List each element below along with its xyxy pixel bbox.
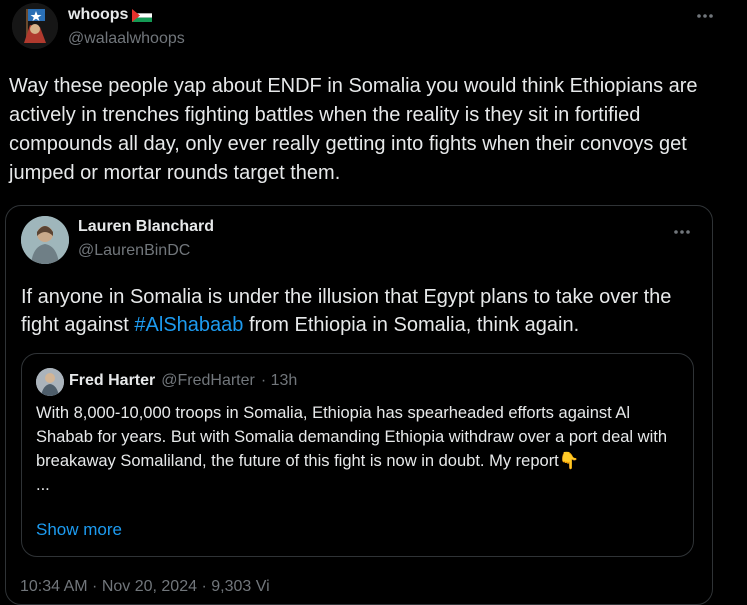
nested-author-display-name[interactable]: Fred Harter [69,372,155,390]
avatar-image [36,368,64,396]
show-more-link[interactable]: Show more [36,520,122,540]
quoted-more-options-icon[interactable] [672,224,692,240]
nested-author-row[interactable]: Fred Harter @FredHarter · 13h [69,372,297,390]
nested-author-handle[interactable]: @FredHarter [161,372,255,390]
avatar-image [12,3,58,49]
hashtag-link[interactable]: #AlShabaab [134,314,243,336]
author-handle[interactable]: @walaalwhoops [68,30,185,48]
pointing-down-emoji: 👇 [558,452,580,470]
quoted-text-after: from Ethiopia in Somalia, think again. [243,314,580,336]
author-display-name[interactable]: whoops [68,6,128,24]
palestine-flag-icon [132,8,153,22]
ellipsis-icon [674,230,690,234]
author-avatar[interactable] [12,3,58,49]
avatar-image [21,216,69,264]
quoted-author-avatar[interactable] [21,216,69,264]
quoted-author-display-name[interactable]: Lauren Blanchard [78,218,214,236]
quoted-tweet-text: If anyone in Somalia is under the illusi… [21,283,701,339]
nested-tweet-text: With 8,000-10,000 troops in Somalia, Eth… [36,401,676,497]
more-options-icon[interactable] [695,8,715,24]
nested-author-avatar[interactable] [36,368,64,396]
author-name-row[interactable]: whoops [68,6,153,24]
quoted-author-handle[interactable]: @LaurenBinDC [78,242,190,260]
tweet-text: Way these people yap about ENDF in Somal… [9,75,698,184]
truncation-ellipsis: ... [36,476,50,494]
ellipsis-icon [697,14,713,18]
quoted-tweet-timestamp[interactable]: 10:34 AM · Nov 20, 2024 · 9,303 Vi [20,578,270,596]
nested-post-time[interactable]: · 13h [261,372,297,390]
